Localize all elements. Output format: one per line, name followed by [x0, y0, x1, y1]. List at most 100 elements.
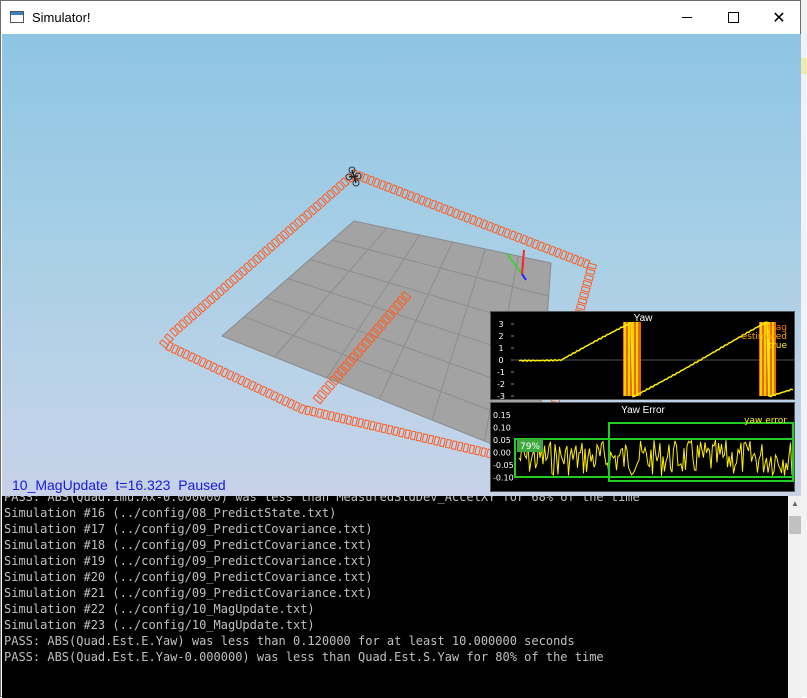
yaw-error-y-tick: 0.00: [493, 449, 511, 458]
trail-segment: [520, 234, 528, 245]
trail-segment: [548, 245, 557, 256]
trail-segment: [450, 440, 458, 451]
trail-segment: [339, 413, 347, 424]
trail-segment: [163, 333, 175, 343]
trail-segment: [392, 426, 400, 437]
yaw-plot-svg: Yaw 3210-1-2-3 mag estimated true: [497, 313, 794, 401]
simulator-window: Simulator! ✕ 10_MagUpdate t=16.323 Pause…: [0, 0, 802, 698]
trail-segment: [429, 199, 438, 210]
3d-viewport[interactable]: 10_MagUpdate t=16.323 Paused Yaw 3 2 1 0 -1-…: [2, 34, 801, 496]
console-scrollbar[interactable]: ▲: [788, 496, 802, 698]
console-line: Simulation #18 (../config/09_PredictCova…: [4, 538, 373, 552]
yaw-error-legend: yaw error: [744, 416, 787, 426]
yaw-error-y-tick: 0.15: [493, 411, 511, 420]
trail-segment: [583, 274, 594, 282]
yaw-error-y-tick: -0.05: [493, 461, 514, 470]
trail-segment: [576, 256, 585, 267]
background-window: [801, 0, 807, 697]
maximize-button[interactable]: [710, 1, 756, 34]
trail-segment: [444, 438, 452, 449]
trail-segment: [187, 351, 196, 363]
trail-segment: [456, 441, 464, 452]
trail-segment: [281, 396, 290, 407]
trail-segment: [514, 232, 523, 243]
scenario-name: 10_MagUpdate: [12, 477, 108, 493]
console-line: Simulation #21 (../config/09_PredictCova…: [4, 586, 373, 600]
trail-segment: [158, 339, 170, 349]
trail-segment: [474, 217, 483, 228]
yaw-error-y-tick: 0.05: [493, 436, 511, 445]
minimize-icon: [682, 17, 692, 18]
trail-segment: [439, 437, 446, 448]
trail-segment: [215, 364, 224, 376]
close-icon: ✕: [772, 9, 786, 27]
trail-segment: [486, 221, 494, 232]
trail-segment: [542, 243, 551, 254]
yaw-error-y-tick: 0.10: [493, 424, 511, 433]
trail-segment: [192, 354, 202, 365]
trail-segment: [554, 247, 562, 258]
trail-segment: [351, 416, 359, 427]
yaw-legend-true: true: [769, 341, 788, 351]
trail-segment: [386, 424, 394, 435]
trail-segment: [357, 417, 365, 428]
trail-segment: [503, 228, 511, 239]
yaw-y-ticks: 3 2 1 0 -1 -2 -3: [497, 320, 514, 401]
trail-segment: [508, 230, 517, 241]
trail-segment: [372, 177, 381, 188]
yaw-plot: Yaw 3 2 1 0 -1 -2 -3 mag estimated true: [490, 311, 795, 401]
trail-segment: [384, 182, 392, 193]
close-button[interactable]: ✕: [756, 1, 802, 34]
trail-segment: [462, 442, 470, 453]
scrollbar-thumb[interactable]: [789, 516, 801, 534]
trail-segment: [170, 344, 180, 355]
trail-segment: [220, 367, 229, 378]
yaw-y-tick: 3: [498, 320, 503, 329]
trail-segment: [327, 410, 335, 421]
trail-segment: [368, 420, 376, 431]
trail-segment: [446, 206, 455, 217]
trail-segment: [537, 241, 545, 252]
maximize-icon: [727, 12, 739, 23]
console-line: Simulation #16 (../config/08_PredictStat…: [4, 506, 337, 520]
trail-segment: [333, 412, 341, 423]
trail-segment: [395, 186, 404, 197]
trail-segment: [440, 203, 449, 215]
trail-segment: [491, 223, 500, 234]
yaw-error-plot-svg: Yaw Error 0.15 0.10 0.05 0.00 -0.05 -0.10 79%…: [493, 405, 794, 483]
trail-segment: [403, 429, 411, 439]
trail-segment: [321, 409, 329, 420]
trail-segment: [579, 291, 590, 299]
minimize-button[interactable]: [664, 1, 710, 34]
trail-segment: [409, 430, 417, 441]
trail-segment: [479, 447, 487, 458]
trail-segment: [525, 236, 534, 248]
console-line: PASS: ABS(Quad.Est.E.Yaw-0.000000) was l…: [4, 650, 604, 664]
trail-segment: [361, 173, 370, 184]
yaw-y-tick: -3: [497, 392, 505, 399]
trail-segment: [389, 184, 398, 195]
trail-segment: [415, 431, 423, 442]
title-bar[interactable]: Simulator! ✕: [1, 1, 800, 34]
trail-segment: [237, 375, 246, 386]
yaw-error-y-ticks: 0.15 0.10 0.05 0.00 -0.05 -0.10: [493, 411, 514, 483]
trail-segment: [316, 408, 324, 419]
console-output[interactable]: PASS: ABS(Quad.Imu.Ax-0.000000) was less…: [2, 496, 788, 698]
trail-segment: [401, 188, 409, 199]
trail-segment: [380, 423, 388, 434]
trail-segment: [497, 225, 506, 237]
trail-segment: [418, 195, 426, 206]
trail-segment: [531, 238, 540, 250]
trail-segment: [587, 262, 597, 270]
yaw-y-tick: 0: [498, 356, 503, 365]
scroll-up-arrow-icon[interactable]: ▲: [788, 496, 802, 512]
trail-segment: [423, 197, 432, 208]
trail-segment: [435, 201, 443, 212]
trail-segment: [421, 433, 429, 444]
trail-segment: [367, 175, 375, 186]
yaw-error-series: [518, 439, 793, 477]
trail-segment: [457, 210, 466, 221]
trail-segment: [469, 214, 477, 226]
trail-segment: [292, 401, 301, 412]
status-line: 10_MagUpdate t=16.323 Paused: [12, 477, 226, 493]
